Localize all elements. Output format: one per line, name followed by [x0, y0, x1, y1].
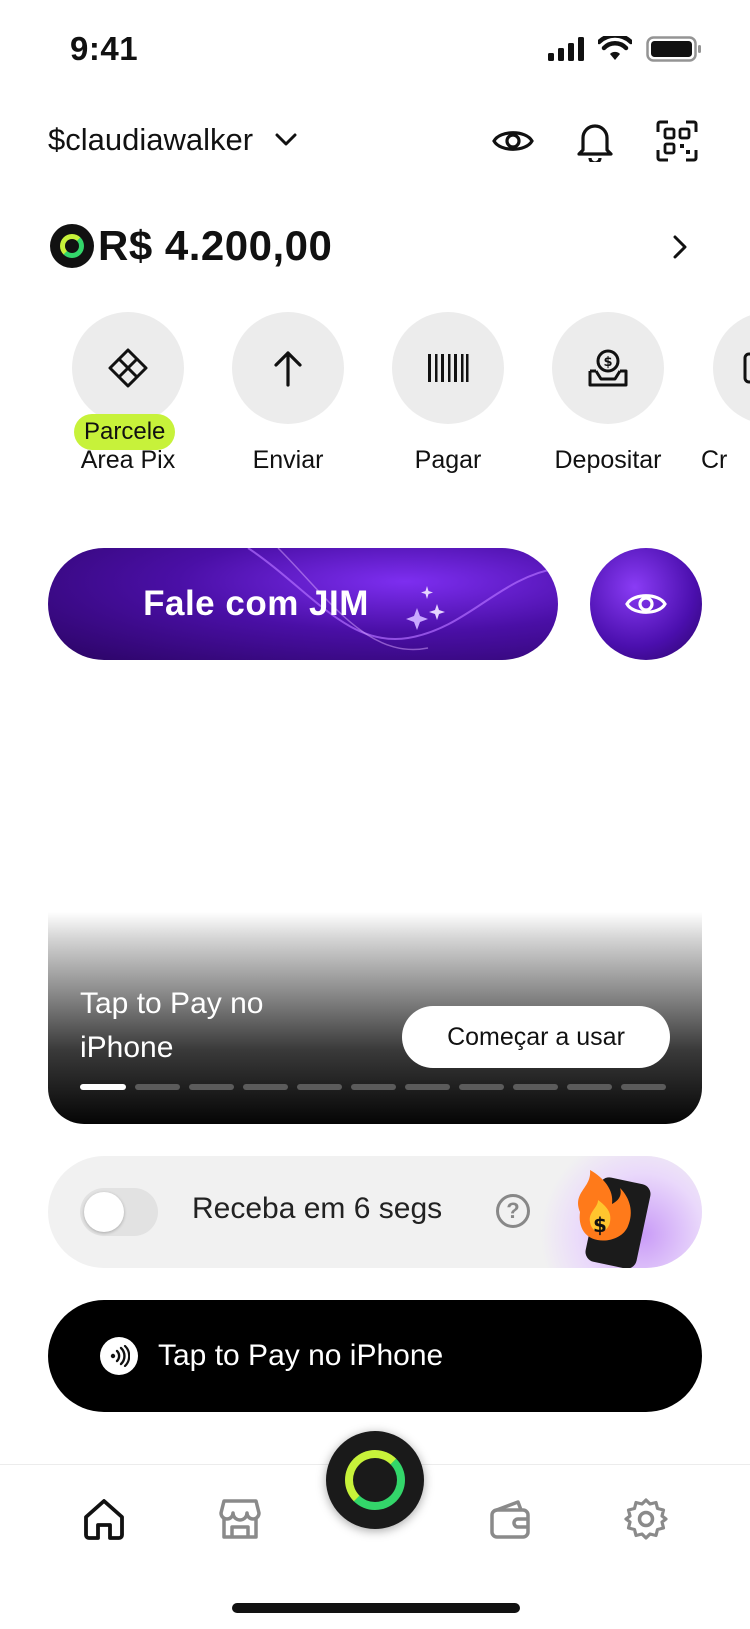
- quick-action-circle: $: [552, 312, 664, 424]
- quick-action-area-pix[interactable]: Parcele Área Pix: [53, 312, 203, 475]
- balance-row[interactable]: R$ 4.200,00: [50, 222, 332, 270]
- carousel-dot: [621, 1084, 666, 1090]
- quick-action-cr[interactable]: Cr: [693, 312, 750, 475]
- card-icon: [743, 352, 750, 384]
- carousel-dot: [351, 1084, 396, 1090]
- carousel-dot: [459, 1084, 504, 1090]
- toggle-visibility-button[interactable]: [490, 118, 536, 164]
- settings-icon: [624, 1498, 668, 1540]
- header-actions: [490, 118, 700, 164]
- phone-fire-icon: $: [578, 1170, 651, 1268]
- qr-code-icon: [656, 120, 698, 162]
- svg-text:$: $: [593, 1213, 607, 1237]
- brand-ring-icon: [50, 224, 94, 268]
- wifi-icon: [598, 36, 632, 60]
- qr-code-button[interactable]: [654, 118, 700, 164]
- jim-ring-icon: [345, 1450, 405, 1510]
- carousel-dot: [189, 1084, 234, 1090]
- arrow-up-icon: [274, 351, 302, 387]
- svg-text:$: $: [603, 355, 612, 370]
- quick-action-label: Cr: [701, 446, 728, 474]
- help-icon[interactable]: ?: [496, 1194, 530, 1228]
- pix-icon: [108, 348, 148, 388]
- quick-action-circle: Parcele: [72, 312, 184, 450]
- carousel-dot: [513, 1084, 558, 1090]
- quick-action-label: Enviar: [252, 446, 324, 474]
- carousel-dot: [405, 1084, 450, 1090]
- instant-receive-row: $ Receba em 6 segs ?: [48, 1156, 702, 1268]
- quick-action-label: Pagar: [414, 446, 482, 474]
- jim-label: Fale com JIM: [143, 584, 369, 623]
- bell-icon: [577, 124, 613, 162]
- home-icon: [84, 1499, 124, 1540]
- carousel-dot: [80, 1084, 126, 1090]
- nav-home[interactable]: [74, 1489, 134, 1549]
- quick-action-circle: [392, 312, 504, 424]
- barcode-icon: [428, 354, 469, 382]
- quick-action-enviar[interactable]: Enviar: [213, 312, 363, 475]
- quick-action-circle: [232, 312, 344, 424]
- deposit-icon: $: [588, 349, 628, 387]
- tap-to-pay-banner[interactable]: Tap to Pay no iPhone Começar a usar: [48, 912, 702, 1124]
- start-using-button[interactable]: Começar a usar: [402, 1006, 670, 1068]
- instant-receive-toggle[interactable]: [80, 1188, 158, 1236]
- quick-action-label: Depositar: [554, 446, 662, 474]
- quick-action-label: Área Pix: [80, 446, 176, 474]
- home-indicator: [232, 1603, 520, 1613]
- banner-title: Tap to Pay no iPhone: [80, 987, 264, 1064]
- balance-amount: R$ 4.200,00: [98, 222, 333, 269]
- parcele-badge: Parcele: [74, 414, 176, 450]
- carousel-dot: [567, 1084, 612, 1090]
- status-time: 9:41: [70, 30, 139, 67]
- wallet-icon: [490, 1500, 530, 1539]
- quick-action-circle: [713, 312, 750, 424]
- battery-icon: [646, 36, 701, 62]
- tap-to-pay-label: Tap to Pay no iPhone: [158, 1339, 444, 1372]
- receive-illustration: $: [532, 1156, 702, 1268]
- jim-visibility-button[interactable]: [590, 548, 702, 660]
- bottom-navigation: [0, 1431, 750, 1629]
- sparkles-icon: [405, 586, 445, 630]
- account-switcher[interactable]: $claudiawalker: [48, 122, 297, 158]
- quick-action-depositar[interactable]: $ Depositar: [533, 312, 683, 475]
- nav-settings[interactable]: [616, 1489, 676, 1549]
- nav-jim[interactable]: [326, 1431, 424, 1529]
- chevron-right-icon[interactable]: [672, 234, 688, 260]
- tap-to-pay-button[interactable]: Tap to Pay no iPhone: [48, 1300, 702, 1412]
- nav-wallet[interactable]: [480, 1489, 540, 1549]
- carousel-dot: [135, 1084, 180, 1090]
- nav-store[interactable]: [210, 1489, 270, 1549]
- notifications-button[interactable]: [572, 118, 618, 164]
- eye-icon: [625, 594, 667, 614]
- receive-label: Receba em 6 segs: [192, 1192, 443, 1225]
- status-icons: [548, 36, 702, 62]
- chevron-down-icon: [275, 133, 297, 146]
- contactless-icon: [100, 1337, 138, 1375]
- cellular-signal-icon: [548, 37, 584, 61]
- eye-icon: [492, 131, 534, 151]
- user-handle: $claudiawalker: [48, 122, 254, 157]
- carousel-indicator: [80, 1084, 666, 1090]
- talk-to-jim-button[interactable]: Fale com JIM: [48, 548, 558, 660]
- carousel-dot: [297, 1084, 342, 1090]
- store-icon: [219, 1499, 261, 1539]
- carousel-dot: [243, 1084, 288, 1090]
- quick-action-pagar[interactable]: Pagar: [373, 312, 523, 475]
